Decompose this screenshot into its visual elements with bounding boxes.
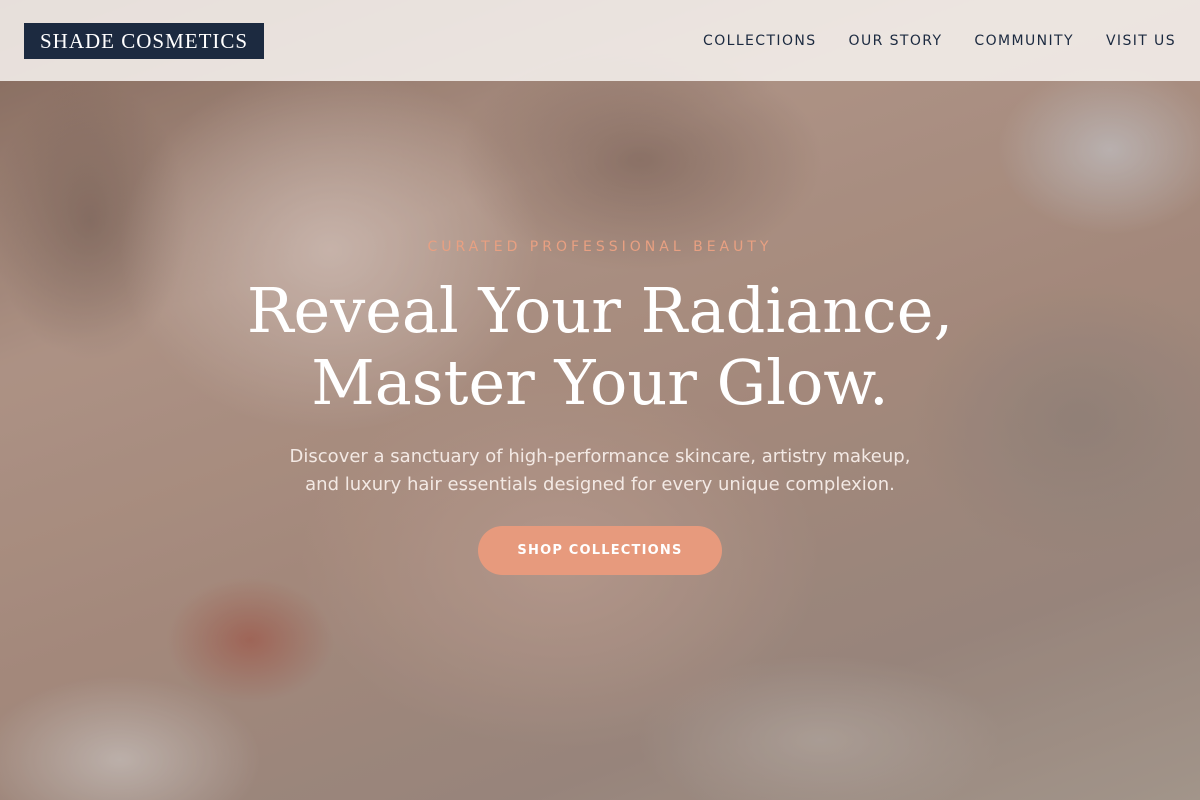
nav-visit-us[interactable]: VISIT US (1106, 33, 1176, 49)
hero-headline: Reveal Your Radiance, Master Your Glow. (0, 275, 1200, 419)
hero-headline-line2: Master Your Glow. (311, 346, 889, 419)
nav-our-story[interactable]: OUR STORY (849, 33, 943, 49)
landing-page: SHADE COSMETICS COLLECTIONS OUR STORY CO… (0, 0, 1200, 800)
nav-collections[interactable]: COLLECTIONS (703, 33, 816, 49)
site-header: SHADE COSMETICS COLLECTIONS OUR STORY CO… (0, 0, 1200, 81)
hero-subtext-line2: and luxury hair essentials designed for … (305, 474, 895, 495)
hero-subtext-line1: Discover a sanctuary of high-performance… (289, 446, 911, 467)
nav-community[interactable]: COMMUNITY (974, 33, 1074, 49)
hero-eyebrow: CURATED PROFESSIONAL BEAUTY (427, 239, 773, 255)
shop-collections-button[interactable]: SHOP COLLECTIONS (478, 526, 722, 575)
main-nav: COLLECTIONS OUR STORY COMMUNITY VISIT US (703, 33, 1176, 49)
brand-logo[interactable]: SHADE COSMETICS (24, 22, 265, 59)
hero-headline-line1: Reveal Your Radiance, (246, 274, 954, 347)
hero-subtext: Discover a sanctuary of high-performance… (0, 443, 1200, 499)
